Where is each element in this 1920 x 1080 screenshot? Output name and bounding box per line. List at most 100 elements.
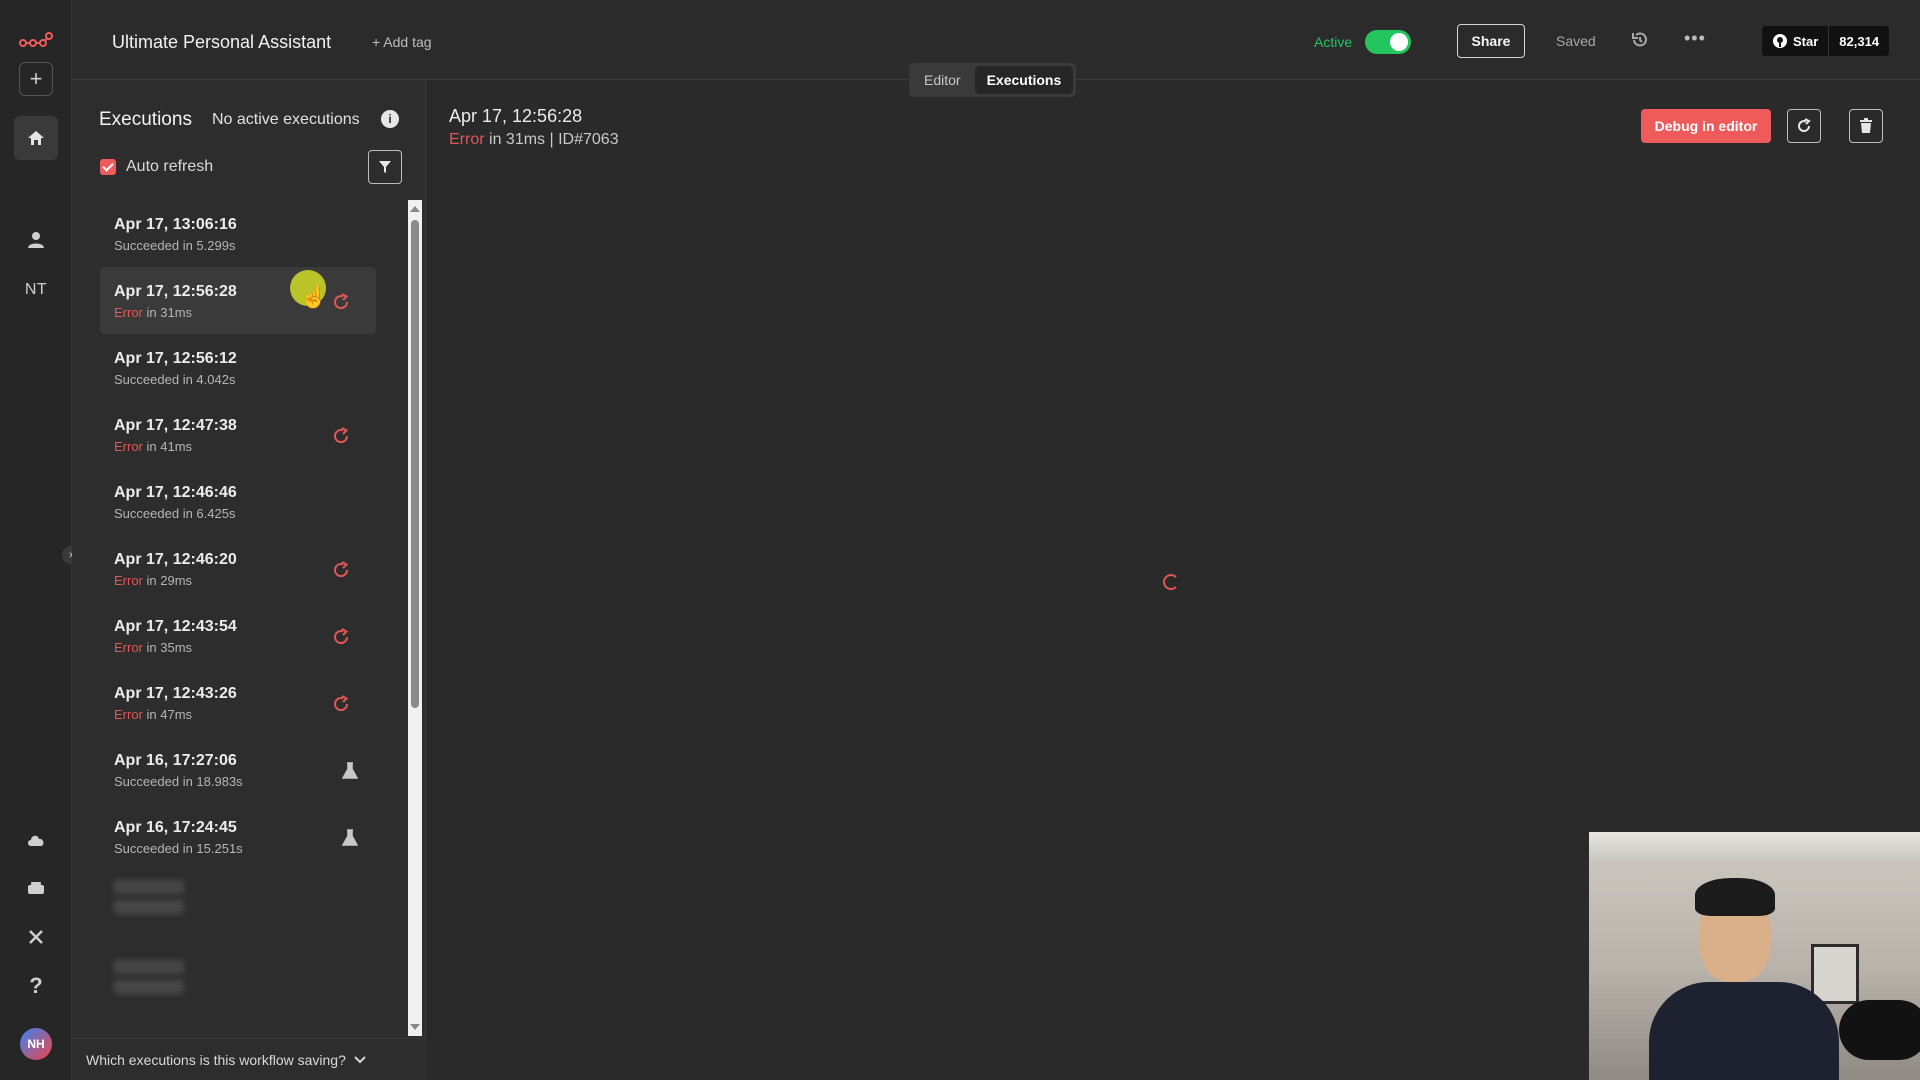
execution-status-line: Succeeded in 18.983s xyxy=(114,774,376,789)
left-rail: + NT ? NH › xyxy=(0,0,80,1080)
history-icon[interactable] xyxy=(1630,30,1650,50)
execution-duration: in 18.983s xyxy=(182,774,243,789)
filter-button[interactable] xyxy=(368,150,402,184)
auto-refresh-label: Auto refresh xyxy=(126,158,214,175)
retry-icon[interactable] xyxy=(332,427,350,445)
execution-list-item[interactable]: Apr 17, 12:56:28 Error in 31ms xyxy=(100,267,376,334)
active-toggle[interactable] xyxy=(1365,30,1411,54)
execution-duration: in 4.042s xyxy=(182,372,236,387)
retry-execution-button[interactable] xyxy=(1787,109,1821,143)
help-icon[interactable]: ? xyxy=(14,964,58,1008)
saved-status: Saved xyxy=(1556,33,1596,49)
execution-status: Succeeded xyxy=(114,372,180,387)
execution-duration: in 29ms xyxy=(146,573,193,588)
presenter-hair xyxy=(1695,878,1775,916)
execution-id: ID#7063 xyxy=(558,131,619,148)
execution-timestamp: Apr 17, 13:06:16 xyxy=(114,216,237,233)
execution-duration: in 41ms xyxy=(146,439,193,454)
share-button[interactable]: Share xyxy=(1457,24,1525,58)
avatar[interactable]: NH xyxy=(20,1028,52,1060)
webcam-overlay xyxy=(1589,832,1920,1080)
execution-duration: in 6.425s xyxy=(182,506,236,521)
execution-status: Error xyxy=(114,707,143,722)
execution-timestamp: Apr 16, 17:27:06 xyxy=(114,752,237,769)
more-options-icon[interactable]: ••• xyxy=(1684,28,1706,49)
debug-in-editor-button[interactable]: Debug in editor xyxy=(1641,109,1771,143)
github-icon xyxy=(1773,34,1787,48)
execution-status: Error xyxy=(114,640,143,655)
blurred-list-items xyxy=(114,880,334,1000)
execution-status: Error xyxy=(114,305,143,320)
executions-title: Executions xyxy=(99,109,192,130)
execution-list-item[interactable]: Apr 17, 12:46:20 Error in 29ms xyxy=(100,535,376,602)
execution-meta: Error in 31ms | ID#7063 xyxy=(449,131,619,149)
trash-icon xyxy=(1860,118,1872,133)
execution-list-item[interactable]: Apr 17, 12:46:46 Succeeded in 6.425s xyxy=(100,468,376,535)
retry-icon[interactable] xyxy=(332,561,350,579)
home-icon[interactable] xyxy=(14,116,58,160)
execution-list-item[interactable]: Apr 16, 17:27:06 Succeeded in 18.983s xyxy=(100,736,376,803)
info-icon[interactable]: i xyxy=(381,110,399,128)
pointer-hand-icon: ☝ xyxy=(300,284,328,309)
github-star-button[interactable]: Star xyxy=(1762,26,1830,56)
templates-icon[interactable] xyxy=(14,866,58,910)
execution-duration: in 31ms xyxy=(489,131,546,148)
flask-icon xyxy=(341,762,359,780)
add-tag-link[interactable]: + Add tag xyxy=(372,34,432,50)
github-star-label: Star xyxy=(1793,33,1819,49)
execution-timestamp: Apr 17, 12:56:12 xyxy=(114,350,237,367)
execution-timestamp: Apr 16, 17:24:45 xyxy=(114,819,237,836)
add-icon[interactable]: + xyxy=(19,62,53,96)
execution-status: Succeeded xyxy=(114,774,180,789)
saving-question-label: Which executions is this workflow saving… xyxy=(86,1051,346,1068)
delete-execution-button[interactable] xyxy=(1849,109,1883,143)
execution-status-line: Succeeded in 5.299s xyxy=(114,238,376,253)
execution-status: Succeeded xyxy=(114,841,180,856)
execution-duration: in 31ms xyxy=(146,305,193,320)
execution-status: Error xyxy=(114,573,143,588)
scrollbar-thumb[interactable] xyxy=(411,220,419,708)
execution-duration: in 35ms xyxy=(146,640,193,655)
execution-status: Error xyxy=(114,439,143,454)
execution-status: Succeeded xyxy=(114,506,180,521)
retry-icon[interactable] xyxy=(332,293,350,311)
cloud-icon[interactable] xyxy=(14,818,58,862)
saving-executions-dropdown[interactable]: Which executions is this workflow saving… xyxy=(72,1038,426,1080)
execution-list-item[interactable]: Apr 17, 12:43:54 Error in 35ms xyxy=(100,602,376,669)
app-window: + NT ? NH › Ultimate Personal Assistant … xyxy=(0,0,1920,1080)
execution-timestamp: Apr 17, 12:46:46 xyxy=(114,484,237,501)
github-star-widget[interactable]: Star 82,314 xyxy=(1762,26,1890,56)
person-icon[interactable] xyxy=(14,218,58,262)
execution-duration: in 5.299s xyxy=(182,238,236,253)
chevron-down-icon xyxy=(354,1055,366,1063)
tab-executions[interactable]: Executions xyxy=(974,66,1074,94)
execution-list-item[interactable]: Apr 17, 12:47:38 Error in 41ms xyxy=(100,401,376,468)
execution-list-item[interactable]: Apr 17, 13:06:16 Succeeded in 5.299s xyxy=(100,200,376,267)
execution-status-line: Succeeded in 6.425s xyxy=(114,506,376,521)
microphone xyxy=(1839,1000,1920,1060)
github-star-count: 82,314 xyxy=(1839,33,1880,49)
filter-icon xyxy=(379,161,391,173)
tab-editor[interactable]: Editor xyxy=(912,66,973,94)
checkbox-checked-icon[interactable] xyxy=(100,159,116,175)
retry-icon[interactable] xyxy=(332,628,350,646)
flask-icon xyxy=(341,829,359,847)
execution-list-item[interactable]: Apr 17, 12:43:26 Error in 47ms xyxy=(100,669,376,736)
n8n-logo-icon[interactable] xyxy=(14,18,58,62)
user-initials[interactable]: NT xyxy=(14,268,58,312)
execution-duration: in 15.251s xyxy=(182,841,243,856)
variables-icon[interactable] xyxy=(14,915,58,959)
workflow-name[interactable]: Ultimate Personal Assistant xyxy=(112,32,331,53)
scroll-up-arrow-icon[interactable] xyxy=(410,206,420,212)
ceiling-beam xyxy=(1589,832,1920,862)
active-label: Active xyxy=(1314,34,1353,50)
execution-status: Succeeded xyxy=(114,238,180,253)
execution-list-item[interactable]: Apr 17, 12:56:12 Succeeded in 4.042s xyxy=(100,334,376,401)
retry-icon xyxy=(1798,118,1811,133)
execution-duration: in 47ms xyxy=(146,707,193,722)
scroll-down-arrow-icon[interactable] xyxy=(410,1024,420,1030)
execution-list-item[interactable]: Apr 16, 17:24:45 Succeeded in 15.251s xyxy=(100,803,376,870)
list-scrollbar[interactable] xyxy=(408,200,422,1036)
auto-refresh-checkbox[interactable]: Auto refresh xyxy=(100,158,213,176)
retry-icon[interactable] xyxy=(332,695,350,713)
